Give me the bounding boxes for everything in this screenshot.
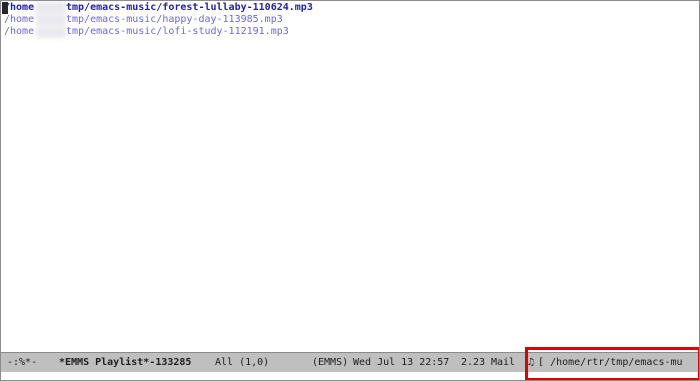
mail-indicator[interactable]: Mail <box>491 353 515 372</box>
track-path-prefix: /home <box>4 26 35 37</box>
track-path-prefix: /home <box>4 2 35 13</box>
music-note-icon: ♫ <box>528 357 535 368</box>
now-playing: ♫[ /home/rtr/tmp/emacs-mu <box>528 353 696 372</box>
track-path-prefix: /home <box>4 14 35 25</box>
buffer-status: -:%*- <box>7 357 38 368</box>
redacted-username <box>36 26 66 38</box>
track-path: tmp/emacs-music/happy-day-113985.mp3 <box>66 14 283 25</box>
emacs-frame: /home tmp/emacs-music/forest-lullaby-110… <box>0 0 700 381</box>
buffer-name[interactable]: *EMMS Playlist*-133285 <box>59 353 191 372</box>
redacted-username <box>36 14 66 26</box>
playlist-track-current[interactable]: /home tmp/emacs-music/forest-lullaby-110… <box>2 2 698 14</box>
playlist-track[interactable]: /home tmp/emacs-music/lofi-study-112191.… <box>2 26 698 38</box>
cursor-position: All (1,0) <box>215 357 270 368</box>
echo-area <box>1 372 699 380</box>
load-average: 2.23 <box>461 357 486 368</box>
track-path: tmp/emacs-music/lofi-study-112191.mp3 <box>66 26 289 37</box>
clock: Wed Jul 13 22:57 <box>353 357 450 368</box>
emms-playlist-buffer[interactable]: /home tmp/emacs-music/forest-lullaby-110… <box>2 2 698 350</box>
now-playing-text: [ /home/rtr/tmp/emacs-mu <box>538 357 683 368</box>
playlist-track[interactable]: /home tmp/emacs-music/happy-day-113985.m… <box>2 14 698 26</box>
track-path: tmp/emacs-music/forest-lullaby-110624.mp… <box>66 2 313 13</box>
major-mode[interactable]: (EMMS) <box>312 353 348 372</box>
mode-line[interactable]: -:%*- *EMMS Playlist*-133285 All (1,0) (… <box>1 352 699 373</box>
redacted-username <box>36 2 66 14</box>
